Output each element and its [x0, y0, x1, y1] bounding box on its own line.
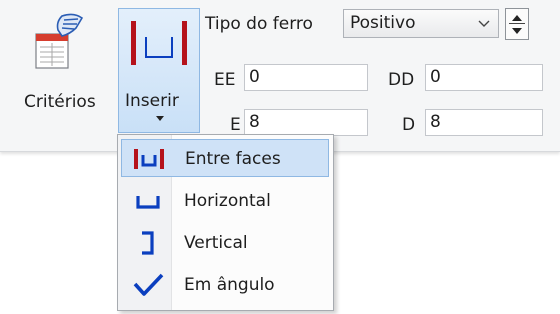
chevron-down-icon [156, 116, 164, 121]
ee-label: EE [214, 70, 236, 90]
menu-item-horizontal[interactable]: Horizontal [121, 182, 329, 220]
ribbon-panel: Critérios Inserir Tipo do ferro Positivo… [0, 0, 560, 152]
arrow-down-icon[interactable] [511, 27, 523, 35]
tipo-do-ferro-label: Tipo do ferro [205, 14, 313, 34]
spinner-control[interactable] [505, 8, 529, 40]
menu-item-label: Entre faces [185, 149, 281, 169]
menu-item-label: Em ângulo [184, 275, 275, 295]
d-label: D [402, 115, 416, 135]
criterios-button[interactable]: Critérios [20, 10, 116, 126]
e-label: E [230, 115, 241, 135]
menu-item-label: Horizontal [184, 191, 271, 211]
inserir-dropdown-menu: Entre faces Horizontal Vertical Em ângul… [117, 134, 334, 311]
e-input[interactable]: 8 [244, 109, 368, 136]
criterios-icon [35, 13, 84, 69]
spinner-divider [509, 23, 525, 24]
ee-input[interactable]: 0 [244, 64, 368, 91]
entre-faces-icon [134, 149, 164, 169]
dd-label: DD [388, 70, 415, 90]
d-input[interactable]: 8 [425, 109, 543, 136]
criterios-label: Critérios [24, 92, 96, 112]
menu-item-label: Vertical [184, 233, 248, 253]
inserir-button[interactable]: Inserir [118, 8, 200, 133]
inserir-icon [131, 21, 187, 65]
angle-icon [133, 273, 164, 296]
dd-input[interactable]: 0 [425, 64, 543, 91]
arrow-up-icon[interactable] [511, 14, 523, 22]
menu-item-entre-faces[interactable]: Entre faces [121, 139, 329, 177]
tipo-do-ferro-select[interactable]: Positivo [343, 9, 499, 38]
menu-item-em-angulo[interactable]: Em ângulo [121, 266, 329, 304]
tipo-do-ferro-value: Positivo [350, 13, 416, 33]
menu-item-vertical[interactable]: Vertical [121, 224, 329, 262]
chevron-down-icon [478, 20, 490, 27]
horizontal-icon [136, 196, 160, 209]
vertical-icon [142, 231, 154, 255]
inserir-label: Inserir [125, 91, 179, 111]
